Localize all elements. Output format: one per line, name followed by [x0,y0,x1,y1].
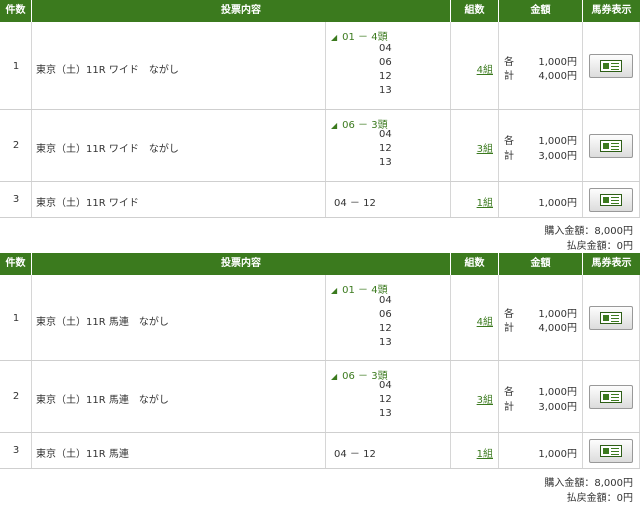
combo-item: 13 [379,337,392,348]
ticket-icon [600,445,622,457]
refund-total: 払戻金額：0円 [566,493,633,504]
combo-item: 04 [379,129,392,140]
header-num: 件数 [0,0,32,22]
each-label: 各 [504,387,514,398]
total-label: 計 [504,402,514,413]
combo-flat: 04 － 12 [334,449,376,460]
combo-item: 04 [379,380,392,391]
total-amount: 4,000円 [538,323,577,334]
combo-head: ◢ 01 － 4頭 [331,32,388,43]
combo-item: 12 [379,71,392,82]
amount: 1,000円 [538,198,577,209]
bet-section-2: 件数 投票内容 組数 金額 馬券表示 1 東京（土）11R 馬連 ながし ◢ 01… [0,253,640,508]
total-label: 計 [504,151,514,162]
triangle-icon: ◢ [331,372,338,381]
combo-item: 13 [379,85,392,96]
ticket-display-button[interactable] [589,134,633,158]
table-header: 件数 投票内容 組数 金額 馬券表示 [0,253,640,275]
table-row: 3 東京（土）11R ワイド 04 － 12 1組 1,000円 [0,182,640,218]
header-kumi: 組数 [451,253,499,275]
each-amount: 1,000円 [538,57,577,68]
row-number: 3 [12,445,20,456]
table-row: 2 東京（土）11R 馬連 ながし ◢ 06 － 3頭 04 12 13 3組 各… [0,361,640,433]
total-amount: 3,000円 [538,151,577,162]
kumi-link[interactable]: 1組 [477,194,493,209]
ticket-display-button[interactable] [589,385,633,409]
triangle-icon: ◢ [331,121,338,130]
row-number: 1 [12,61,20,72]
kumi-link[interactable]: 3組 [477,140,493,155]
each-amount: 1,000円 [538,309,577,320]
header-amount: 金額 [499,253,583,275]
header-display: 馬券表示 [591,5,632,16]
bet-description: 東京（土）11R 馬連 ながし [36,317,169,328]
ticket-display-button[interactable] [589,188,633,212]
amount: 1,000円 [538,449,577,460]
ticket-icon [600,194,622,206]
bet-description: 東京（土）11R 馬連 ながし [36,395,169,406]
kumi-link[interactable]: 3組 [477,391,493,406]
bet-description: 東京（土）11R ワイド ながし [36,65,179,76]
purchase-total: 購入金額：8,000円 [544,226,633,237]
total-label: 計 [504,71,514,82]
header-content: 投票内容 [32,253,451,275]
ticket-icon [600,391,622,403]
header-kumi: 組数 [451,0,499,22]
bet-description: 東京（土）11R 馬連 [36,449,129,460]
header-amount: 金額 [499,0,583,22]
bet-description: 東京（土）11R ワイド [36,198,139,209]
ticket-icon [600,140,622,152]
combo-item: 12 [379,323,392,334]
table-header: 件数 投票内容 組数 金額 馬券表示 [0,0,640,22]
ticket-icon [600,60,622,72]
combo-item: 12 [379,143,392,154]
combo-item: 06 [379,57,392,68]
kumi-link[interactable]: 4組 [477,61,493,76]
row-number: 2 [12,391,20,402]
triangle-icon: ◢ [331,286,338,295]
combo-item: 06 [379,309,392,320]
each-amount: 1,000円 [538,136,577,147]
ticket-display-button[interactable] [589,54,633,78]
each-label: 各 [504,136,514,147]
table-row: 3 東京（土）11R 馬連 04 － 12 1組 1,000円 [0,433,640,469]
table-row: 2 東京（土）11R ワイド ながし ◢ 06 － 3頭 04 12 13 3組 … [0,110,640,182]
table-row: 1 東京（土）11R ワイド ながし ◢ 01 － 4頭 04 06 12 13 … [0,22,640,110]
header-num: 件数 [0,253,32,275]
ticket-icon [600,312,622,324]
kumi-link[interactable]: 4組 [477,313,493,328]
header-display: 馬券表示 [591,258,632,269]
combo-item: 04 [379,295,392,306]
row-number: 2 [12,140,20,151]
each-label: 各 [504,309,514,320]
total-amount: 3,000円 [538,402,577,413]
combo-item: 04 [379,43,392,54]
combo-item: 13 [379,157,392,168]
combo-item: 12 [379,394,392,405]
total-label: 計 [504,323,514,334]
purchase-total: 購入金額：8,000円 [544,478,633,489]
row-number: 3 [12,194,20,205]
combo-item: 13 [379,408,392,419]
row-number: 1 [12,313,20,324]
total-amount: 4,000円 [538,71,577,82]
bet-section-1: 件数 投票内容 組数 金額 馬券表示 1 東京（土）11R ワイド ながし ◢ 0… [0,0,640,252]
ticket-display-button[interactable] [589,439,633,463]
each-amount: 1,000円 [538,387,577,398]
header-content: 投票内容 [32,0,451,22]
triangle-icon: ◢ [331,33,338,42]
table-row: 1 東京（土）11R 馬連 ながし ◢ 01 － 4頭 04 06 12 13 4… [0,275,640,361]
refund-total: 払戻金額：0円 [566,241,633,252]
kumi-link[interactable]: 1組 [477,445,493,460]
bet-description: 東京（土）11R ワイド ながし [36,144,179,155]
ticket-display-button[interactable] [589,306,633,330]
combo-flat: 04 － 12 [334,198,376,209]
each-label: 各 [504,57,514,68]
